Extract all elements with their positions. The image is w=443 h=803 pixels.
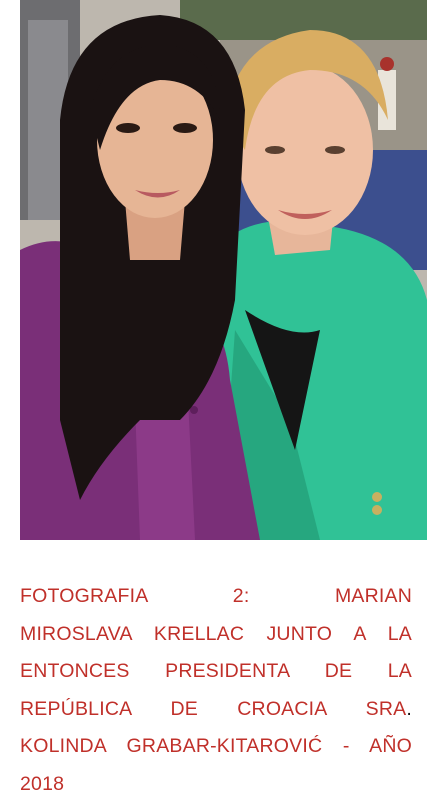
- caption-line-2: MIROSLAVA KRELLAC JUNTO A LA: [20, 616, 412, 654]
- caption-line-5: KOLINDA GRABAR-KITAROVIĆ - AÑO: [20, 728, 412, 766]
- caption-period: .: [406, 698, 412, 720]
- photo-caption: FOTOGRAFIA 2: MARIAN MIROSLAVA KRELLAC J…: [20, 578, 412, 803]
- caption-line-3: ENTONCES PRESIDENTA DE LA: [20, 653, 412, 691]
- caption-line-6: 2018: [20, 766, 412, 803]
- caption-line-4: REPÚBLICA DE CROACIA SRA.: [20, 691, 412, 729]
- selfie-photo: [20, 0, 427, 540]
- caption-line-1: FOTOGRAFIA 2: MARIAN: [20, 578, 412, 616]
- caption-line-4-text: REPÚBLICA DE CROACIA SRA: [20, 698, 406, 720]
